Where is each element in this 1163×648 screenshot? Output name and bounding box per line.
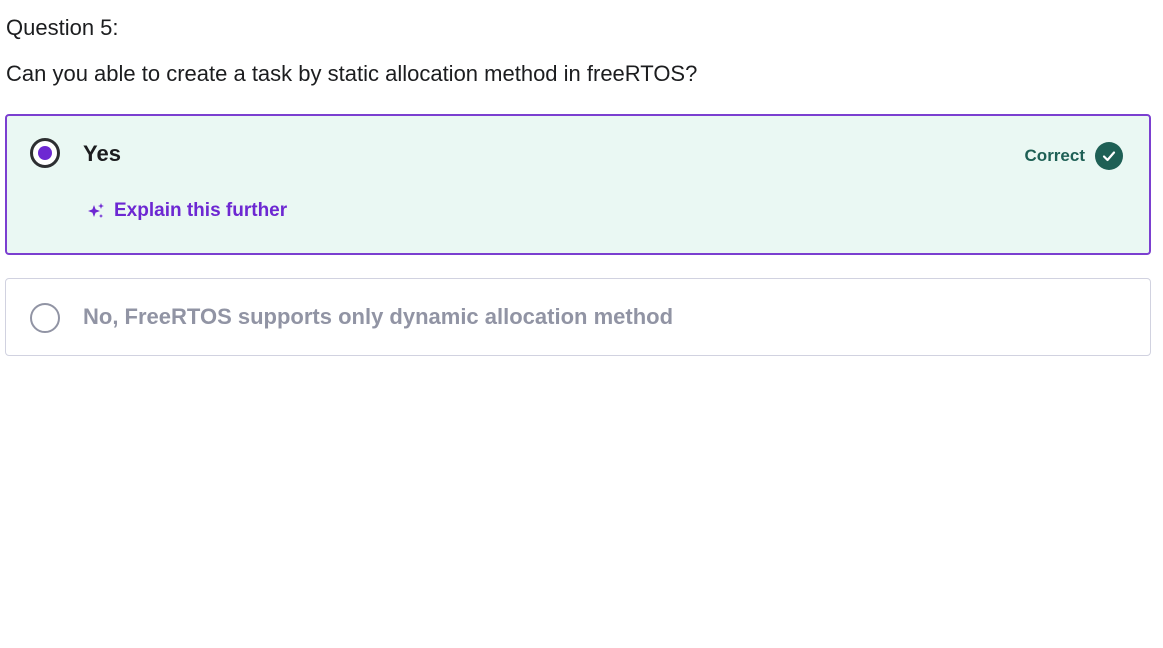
question-number: Question 5: xyxy=(6,15,119,40)
radio-dot xyxy=(38,146,52,160)
correct-badge: Correct xyxy=(1025,142,1123,170)
radio-unselected-icon[interactable] xyxy=(30,303,60,333)
explain-further-link[interactable]: Explain this further xyxy=(87,200,287,222)
explain-further-label: Explain this further xyxy=(114,200,288,221)
radio-selected-icon[interactable] xyxy=(30,138,60,168)
question-text: Can you able to create a task by static … xyxy=(6,61,698,86)
correct-label: Correct xyxy=(1024,146,1085,165)
option-label: No, FreeRTOS supports only dynamic alloc… xyxy=(83,304,674,329)
check-circle-icon xyxy=(1095,142,1123,170)
sparkle-icon xyxy=(87,202,105,220)
option-label: Yes xyxy=(83,141,121,166)
answer-option-yes[interactable]: Yes Correct Explain this further xyxy=(5,114,1151,255)
answer-option-no[interactable]: No, FreeRTOS supports only dynamic alloc… xyxy=(5,278,1151,356)
